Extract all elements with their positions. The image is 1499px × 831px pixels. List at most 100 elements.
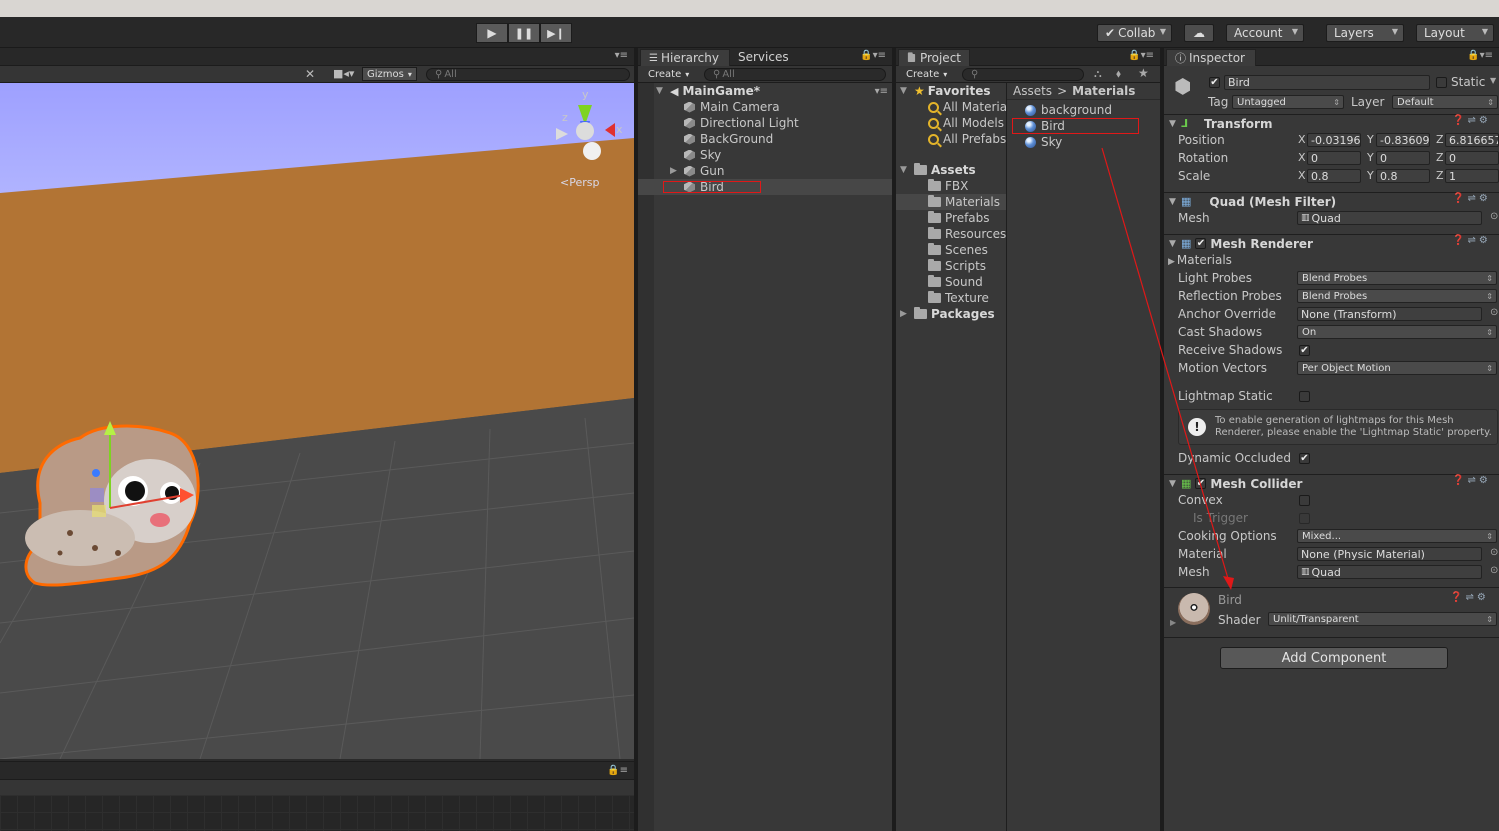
asset-sky[interactable]: Sky	[1025, 134, 1062, 150]
favorites-header[interactable]: ▼ ★ Favorites	[900, 83, 990, 99]
settings-gear-icon[interactable]: ⚙	[1479, 115, 1488, 126]
scale-z-field[interactable]: 1	[1445, 169, 1499, 183]
collab-button[interactable]: ✔ Collab ▼	[1097, 24, 1172, 42]
favorite-all-models[interactable]: All Models	[928, 115, 1004, 131]
shader-dropdown[interactable]: Unlit/Transparent	[1268, 612, 1497, 626]
material-preview-thumbnail[interactable]	[1178, 593, 1210, 625]
preset-icon[interactable]: ⇌	[1465, 592, 1473, 603]
position-x-field[interactable]: -0.03196	[1307, 133, 1361, 147]
project-search-input[interactable]: ⚲	[962, 68, 1084, 81]
hierarchy-search-input[interactable]: ⚲ All	[704, 68, 886, 81]
animator-grid[interactable]	[0, 795, 634, 831]
folder-resources[interactable]: Resources	[928, 226, 1006, 242]
active-checkbox[interactable]: ✔	[1209, 77, 1220, 88]
favorite-star-icon[interactable]: ★	[1138, 66, 1149, 80]
anchor-override-field[interactable]: None (Transform)	[1297, 307, 1482, 321]
filter-type-icon[interactable]: ⛬	[1094, 67, 1102, 81]
lock-icon[interactable]: 🔒▾≡	[1128, 50, 1154, 61]
folder-sound[interactable]: Sound	[928, 274, 983, 290]
tab-services[interactable]: Services	[738, 50, 789, 64]
scene-root-item[interactable]: ▼ ◀ MainGame* ▾≡	[656, 83, 892, 99]
favorite-all-materials[interactable]: All Material	[928, 99, 1010, 115]
collider-material-field[interactable]: None (Physic Material)	[1297, 547, 1482, 561]
folder-scenes[interactable]: Scenes	[928, 242, 988, 258]
hierarchy-item-sky[interactable]: Sky	[684, 147, 721, 163]
lightmap-static-checkbox[interactable]	[1299, 391, 1310, 402]
play-button[interactable]: ▶	[476, 23, 508, 43]
camera-icon[interactable]: ■◂▾	[333, 67, 354, 80]
mesh-filter-mesh-field[interactable]: ▥ Quad	[1297, 211, 1482, 225]
tools-icon[interactable]: ✕	[305, 67, 315, 81]
light-probes-dropdown[interactable]: Blend Probes	[1297, 271, 1497, 285]
lock-icon[interactable]: 🔒▾≡	[860, 50, 886, 61]
pause-button[interactable]: ❚❚	[508, 23, 540, 43]
hierarchy-item-background[interactable]: BackGround	[684, 131, 773, 147]
breadcrumb-assets[interactable]: Assets	[1013, 84, 1052, 98]
object-picker-icon[interactable]: ⊙	[1490, 565, 1498, 576]
folder-materials[interactable]: Materials	[928, 194, 1000, 210]
transform-header[interactable]: ▼ ⅃ Transform	[1164, 114, 1499, 132]
folder-fbx[interactable]: FBX	[928, 178, 968, 194]
collider-mesh-field[interactable]: ▥ Quad	[1297, 565, 1482, 579]
panel-menu-icon[interactable]: ▾≡	[615, 50, 628, 61]
mesh-collider-enabled-checkbox[interactable]: ✔	[1195, 478, 1207, 489]
breadcrumb-materials[interactable]: Materials	[1072, 84, 1135, 98]
convex-checkbox[interactable]	[1299, 495, 1310, 506]
layers-dropdown[interactable]: Layers ▼	[1326, 24, 1404, 42]
hierarchy-item-gun[interactable]: ▶ Gun	[670, 163, 725, 179]
cast-shadows-dropdown[interactable]: On	[1297, 325, 1497, 339]
persp-label[interactable]: <Persp	[560, 176, 599, 189]
filter-label-icon[interactable]: ⬧	[1116, 67, 1121, 81]
tab-inspector[interactable]: ⓘ Inspector	[1166, 49, 1256, 66]
position-z-field[interactable]: 6.816657	[1445, 133, 1499, 147]
help-icon[interactable]: ❓	[1452, 193, 1464, 204]
help-icon[interactable]: ❓	[1452, 235, 1464, 246]
asset-background[interactable]: background	[1025, 102, 1112, 118]
folder-texture[interactable]: Texture	[928, 290, 989, 306]
preset-icon[interactable]: ⇌	[1467, 193, 1475, 204]
scale-y-field[interactable]: 0.8	[1376, 169, 1430, 183]
hierarchy-item-main-camera[interactable]: Main Camera	[684, 99, 780, 115]
gizmos-dropdown[interactable]: Gizmos ▾	[362, 67, 417, 81]
mesh-collider-header[interactable]: ▼ ▦ ✔ Mesh Collider	[1164, 474, 1499, 492]
account-dropdown[interactable]: Account ▼	[1226, 24, 1304, 42]
rotation-z-field[interactable]: 0	[1445, 151, 1499, 165]
scene-search-input[interactable]: ⚲ All	[426, 68, 630, 81]
is-trigger-checkbox[interactable]	[1299, 513, 1310, 524]
settings-gear-icon[interactable]: ⚙	[1477, 592, 1486, 603]
collapse-arrow-icon[interactable]: ▶	[1170, 618, 1176, 627]
position-y-field[interactable]: -0.83609	[1376, 133, 1430, 147]
help-icon[interactable]: ❓	[1452, 115, 1464, 126]
receive-shadows-checkbox[interactable]: ✔	[1299, 345, 1310, 356]
favorite-all-prefabs[interactable]: All Prefabs	[928, 131, 1006, 147]
settings-gear-icon[interactable]: ⚙	[1479, 235, 1488, 246]
preset-icon[interactable]: ⇌	[1467, 475, 1475, 486]
dynamic-occluded-checkbox[interactable]: ✔	[1299, 453, 1310, 464]
packages-header[interactable]: ▶ Packages	[900, 306, 995, 322]
help-icon[interactable]: ❓	[1450, 592, 1462, 603]
motion-vectors-dropdown[interactable]: Per Object Motion	[1297, 361, 1497, 375]
mesh-renderer-header[interactable]: ▼ ▦ ✔ Mesh Renderer	[1164, 234, 1499, 252]
scene-menu-icon[interactable]: ▾≡	[875, 86, 888, 97]
object-picker-icon[interactable]: ⊙	[1490, 307, 1498, 318]
assets-header[interactable]: ▼ Assets	[900, 162, 976, 178]
lock-and-menu-icon[interactable]: 🔒≡	[607, 765, 628, 776]
object-picker-icon[interactable]: ⊙	[1490, 211, 1498, 222]
lock-icon[interactable]: 🔒▾≡	[1467, 50, 1493, 61]
scene-viewport[interactable]: y z x <Persp	[0, 83, 634, 759]
hierarchy-create-button[interactable]: Create ▾	[644, 67, 693, 81]
static-dropdown-icon[interactable]: ▼	[1490, 76, 1496, 85]
help-icon[interactable]: ❓	[1452, 475, 1464, 486]
hierarchy-item-directional-light[interactable]: Directional Light	[684, 115, 799, 131]
rotation-x-field[interactable]: 0	[1307, 151, 1361, 165]
mesh-filter-header[interactable]: ▼ ▦ Quad (Mesh Filter)	[1164, 192, 1499, 210]
cloud-button[interactable]: ☁	[1184, 24, 1214, 42]
tab-project[interactable]: Project	[898, 49, 970, 66]
step-button[interactable]: ▶❙	[540, 23, 572, 43]
preset-icon[interactable]: ⇌	[1467, 115, 1475, 126]
mesh-renderer-enabled-checkbox[interactable]: ✔	[1195, 238, 1207, 249]
tab-hierarchy[interactable]: ☰ Hierarchy	[640, 49, 730, 66]
object-name-field[interactable]: Bird	[1224, 75, 1430, 90]
tag-dropdown[interactable]: Untagged	[1232, 95, 1344, 109]
static-checkbox[interactable]	[1436, 77, 1447, 88]
